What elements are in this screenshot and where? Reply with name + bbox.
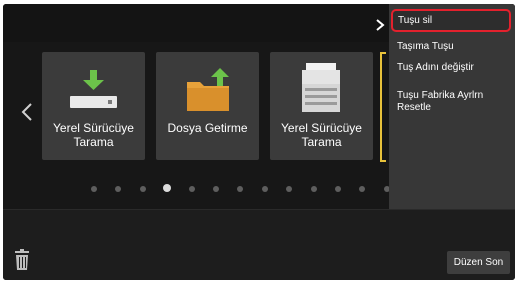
selection-bracket (380, 52, 386, 162)
menu-item-rename-key[interactable]: Tuş Adını değiştir (397, 62, 493, 74)
page-dot[interactable] (115, 186, 122, 192)
bottom-bar (3, 209, 515, 280)
trash-icon[interactable] (13, 249, 31, 271)
tile-label: Yerel Sürücüye Tarama (281, 121, 362, 149)
page-dot[interactable] (286, 186, 293, 192)
usb-drive-download-icon (70, 70, 117, 108)
chevron-left-icon (21, 103, 32, 121)
page-dot[interactable] (310, 186, 317, 192)
multifunction-printer-icon (302, 63, 340, 112)
tile-scan-to-local-drive[interactable]: Yerel Sürücüye Tarama (42, 52, 145, 160)
page-dot-active[interactable] (163, 184, 172, 192)
menu-item-delete-key[interactable]: Tuşu sil (391, 9, 511, 32)
tile-label: Dosya Getirme (167, 121, 248, 135)
page-dot[interactable] (261, 186, 268, 192)
page-dot[interactable] (139, 186, 146, 192)
page-dot[interactable] (188, 186, 195, 192)
tile-scan-to-local-drive-2[interactable]: Yerel Sürücüye Tarama (270, 52, 373, 160)
chevron-right-icon[interactable] (373, 18, 387, 32)
tile-file-retrieval[interactable]: Dosya Getirme (156, 52, 259, 160)
previous-page-button[interactable] (15, 92, 39, 132)
page-dot[interactable] (335, 186, 341, 192)
page-dot[interactable] (359, 186, 366, 192)
home-screen: Yerel Sürücüye Tarama Dosya Getirme Yere… (3, 4, 515, 280)
menu-item-reset-key[interactable]: Tuşu Fabrika Ayrlrn Resetle (397, 90, 509, 114)
page-dot[interactable] (213, 186, 219, 192)
tile-label: Yerel Sürücüye Tarama (53, 121, 134, 149)
finish-edit-button[interactable]: Düzen Son (447, 251, 510, 274)
page-dot[interactable] (91, 186, 97, 192)
folder-upload-icon (187, 68, 229, 111)
page-dot[interactable] (237, 186, 244, 192)
menu-item-move-key[interactable]: Taşıma Tuşu (397, 41, 454, 53)
